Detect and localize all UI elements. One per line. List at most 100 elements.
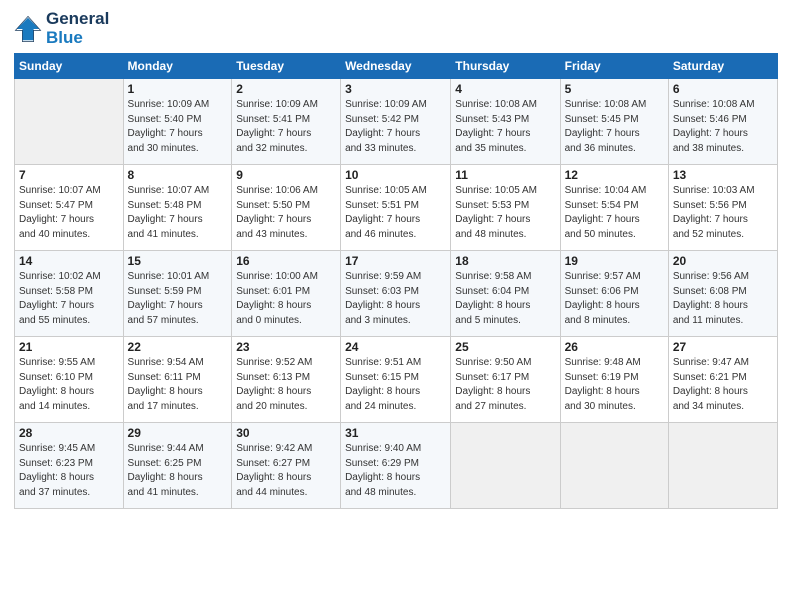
weekday-header-wednesday: Wednesday (341, 54, 451, 79)
day-number: 6 (673, 82, 773, 96)
calendar-cell: 20Sunrise: 9:56 AM Sunset: 6:08 PM Dayli… (668, 251, 777, 337)
calendar-week-3: 14 Sunrise: 10:02 AM Sunset: 5:58 PM Dayl… (15, 251, 778, 337)
calendar-cell (451, 423, 560, 509)
day-number: 10 (345, 168, 446, 182)
calendar-cell: 30 Sunrise: 9:42 AM Sunset: 6:27 PM Dayli… (232, 423, 341, 509)
day-number: 29 (128, 426, 228, 440)
calendar-body: 1 Sunrise: 10:09 AM Sunset: 5:40 PM Dayli… (15, 79, 778, 509)
day-number: 4 (455, 82, 555, 96)
calendar-cell: 15 Sunrise: 10:01 AM Sunset: 5:59 PM Dayl… (123, 251, 232, 337)
calendar-cell: 8 Sunrise: 10:07 AM Sunset: 5:48 PM Dayli… (123, 165, 232, 251)
calendar-cell: 18Sunrise: 9:58 AM Sunset: 6:04 PM Dayli… (451, 251, 560, 337)
day-info: Sunrise: 10:04 AM Sunset: 5:54 PM Daylig… (565, 184, 664, 242)
day-number: 19 (565, 254, 664, 268)
calendar-cell: 21 Sunrise: 9:55 AM Sunset: 6:10 PM Dayli… (15, 337, 124, 423)
calendar-cell: 2Sunrise: 10:09 AM Sunset: 5:41 PM Dayli… (232, 79, 341, 165)
day-number: 20 (673, 254, 773, 268)
calendar-week-2: 7 Sunrise: 10:07 AM Sunset: 5:47 PM Dayli… (15, 165, 778, 251)
day-info: Sunrise: 10:03 AM Sunset: 5:56 PM Daylig… (673, 184, 773, 242)
calendar-cell (560, 423, 668, 509)
header: General Blue (14, 10, 778, 47)
day-number: 5 (565, 82, 664, 96)
day-number: 28 (19, 426, 119, 440)
day-info: Sunrise: 10:02 AM Sunset: 5:58 PM Daylig… (19, 270, 119, 328)
day-number: 1 (128, 82, 228, 96)
weekday-header-monday: Monday (123, 54, 232, 79)
calendar-cell: 5 Sunrise: 10:08 AM Sunset: 5:45 PM Dayli… (560, 79, 668, 165)
day-info: Sunrise: 9:42 AM Sunset: 6:27 PM Dayligh… (236, 442, 336, 500)
day-info: Sunrise: 10:05 AM Sunset: 5:53 PM Daylig… (455, 184, 555, 242)
day-number: 7 (19, 168, 119, 182)
calendar-cell: 23Sunrise: 9:52 AM Sunset: 6:13 PM Dayli… (232, 337, 341, 423)
day-number: 15 (128, 254, 228, 268)
day-info: Sunrise: 9:58 AM Sunset: 6:04 PM Dayligh… (455, 270, 555, 328)
day-info: Sunrise: 9:50 AM Sunset: 6:17 PM Dayligh… (455, 356, 555, 414)
calendar-cell: 6 Sunrise: 10:08 AM Sunset: 5:46 PM Dayli… (668, 79, 777, 165)
day-number: 24 (345, 340, 446, 354)
calendar-week-5: 28Sunrise: 9:45 AM Sunset: 6:23 PM Dayli… (15, 423, 778, 509)
weekday-header-sunday: Sunday (15, 54, 124, 79)
logo-icon (14, 15, 42, 43)
calendar-week-1: 1 Sunrise: 10:09 AM Sunset: 5:40 PM Dayli… (15, 79, 778, 165)
day-number: 3 (345, 82, 446, 96)
day-info: Sunrise: 10:08 AM Sunset: 5:46 PM Daylig… (673, 98, 773, 156)
day-info: Sunrise: 9:44 AM Sunset: 6:25 PM Dayligh… (128, 442, 228, 500)
day-info: Sunrise: 10:09 AM Sunset: 5:42 PM Daylig… (345, 98, 446, 156)
day-number: 27 (673, 340, 773, 354)
weekday-header-tuesday: Tuesday (232, 54, 341, 79)
calendar-cell: 7 Sunrise: 10:07 AM Sunset: 5:47 PM Dayli… (15, 165, 124, 251)
calendar-cell: 29 Sunrise: 9:44 AM Sunset: 6:25 PM Dayli… (123, 423, 232, 509)
calendar-cell: 10 Sunrise: 10:05 AM Sunset: 5:51 PM Dayl… (341, 165, 451, 251)
weekday-header-friday: Friday (560, 54, 668, 79)
calendar-cell: 31Sunrise: 9:40 AM Sunset: 6:29 PM Dayli… (341, 423, 451, 509)
calendar-cell: 19 Sunrise: 9:57 AM Sunset: 6:06 PM Dayli… (560, 251, 668, 337)
day-info: Sunrise: 9:57 AM Sunset: 6:06 PM Dayligh… (565, 270, 664, 328)
calendar-header: SundayMondayTuesdayWednesdayThursdayFrid… (15, 54, 778, 79)
day-info: Sunrise: 10:00 AM Sunset: 6:01 PM Daylig… (236, 270, 336, 328)
day-number: 26 (565, 340, 664, 354)
day-info: Sunrise: 10:09 AM Sunset: 5:40 PM Daylig… (128, 98, 228, 156)
day-number: 12 (565, 168, 664, 182)
day-info: Sunrise: 10:08 AM Sunset: 5:45 PM Daylig… (565, 98, 664, 156)
day-number: 25 (455, 340, 555, 354)
calendar-cell: 27 Sunrise: 9:47 AM Sunset: 6:21 PM Dayli… (668, 337, 777, 423)
day-number: 13 (673, 168, 773, 182)
day-number: 16 (236, 254, 336, 268)
calendar-cell: 22 Sunrise: 9:54 AM Sunset: 6:11 PM Dayli… (123, 337, 232, 423)
calendar-cell: 3 Sunrise: 10:09 AM Sunset: 5:42 PM Dayli… (341, 79, 451, 165)
day-number: 22 (128, 340, 228, 354)
calendar-cell (15, 79, 124, 165)
calendar-cell: 13 Sunrise: 10:03 AM Sunset: 5:56 PM Dayl… (668, 165, 777, 251)
day-info: Sunrise: 10:05 AM Sunset: 5:51 PM Daylig… (345, 184, 446, 242)
day-info: Sunrise: 10:06 AM Sunset: 5:50 PM Daylig… (236, 184, 336, 242)
day-number: 11 (455, 168, 555, 182)
calendar-cell: 16 Sunrise: 10:00 AM Sunset: 6:01 PM Dayl… (232, 251, 341, 337)
day-number: 14 (19, 254, 119, 268)
calendar-cell: 17 Sunrise: 9:59 AM Sunset: 6:03 PM Dayli… (341, 251, 451, 337)
day-number: 17 (345, 254, 446, 268)
day-info: Sunrise: 10:07 AM Sunset: 5:48 PM Daylig… (128, 184, 228, 242)
day-number: 8 (128, 168, 228, 182)
logo: General Blue (14, 10, 109, 47)
calendar-cell: 25 Sunrise: 9:50 AM Sunset: 6:17 PM Dayli… (451, 337, 560, 423)
day-number: 21 (19, 340, 119, 354)
day-number: 30 (236, 426, 336, 440)
calendar-week-4: 21 Sunrise: 9:55 AM Sunset: 6:10 PM Dayli… (15, 337, 778, 423)
calendar-table: SundayMondayTuesdayWednesdayThursdayFrid… (14, 53, 778, 509)
logo-text: General Blue (46, 10, 109, 47)
day-number: 31 (345, 426, 446, 440)
day-info: Sunrise: 9:59 AM Sunset: 6:03 PM Dayligh… (345, 270, 446, 328)
weekday-row: SundayMondayTuesdayWednesdayThursdayFrid… (15, 54, 778, 79)
day-info: Sunrise: 9:47 AM Sunset: 6:21 PM Dayligh… (673, 356, 773, 414)
day-info: Sunrise: 10:07 AM Sunset: 5:47 PM Daylig… (19, 184, 119, 242)
calendar-cell (668, 423, 777, 509)
day-info: Sunrise: 9:55 AM Sunset: 6:10 PM Dayligh… (19, 356, 119, 414)
weekday-header-saturday: Saturday (668, 54, 777, 79)
calendar-cell: 14 Sunrise: 10:02 AM Sunset: 5:58 PM Dayl… (15, 251, 124, 337)
page-container: General Blue SundayMondayTuesdayWednesda… (0, 0, 792, 519)
calendar-cell: 28Sunrise: 9:45 AM Sunset: 6:23 PM Dayli… (15, 423, 124, 509)
day-info: Sunrise: 9:54 AM Sunset: 6:11 PM Dayligh… (128, 356, 228, 414)
day-info: Sunrise: 10:09 AM Sunset: 5:41 PM Daylig… (236, 98, 336, 156)
day-info: Sunrise: 10:01 AM Sunset: 5:59 PM Daylig… (128, 270, 228, 328)
calendar-cell: 9Sunrise: 10:06 AM Sunset: 5:50 PM Dayli… (232, 165, 341, 251)
